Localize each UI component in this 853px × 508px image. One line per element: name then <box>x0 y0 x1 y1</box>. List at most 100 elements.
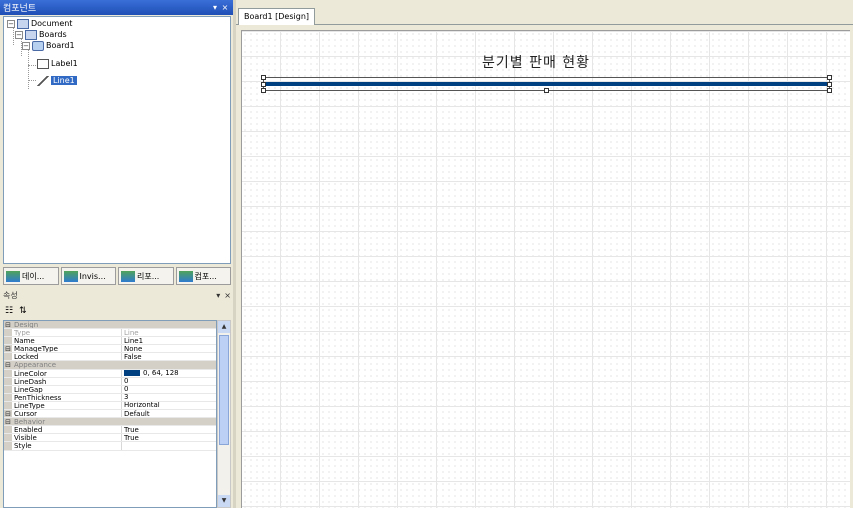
tab-label: 데이... <box>22 271 45 281</box>
line-stroke <box>266 82 827 86</box>
property-grid[interactable]: ⊟ Design Type Line Name Line1 ⊟ ManageType None L… <box>3 320 217 508</box>
property-name: Enabled <box>12 426 122 434</box>
resize-handle[interactable] <box>544 88 549 93</box>
tab-board1-design[interactable]: Board1 [Design] <box>238 8 316 25</box>
property-value-cell[interactable]: 0, 64, 128 <box>122 370 216 377</box>
property-name: LineGap <box>12 385 122 393</box>
invisible-icon <box>63 270 78 282</box>
property-row[interactable]: LineColor 0, 64, 128 <box>4 369 216 378</box>
property-name: Cursor <box>12 410 122 418</box>
pin-icon[interactable]: ▾ <box>216 291 220 300</box>
component-explorer-title: 컴포넌트 <box>3 4 37 14</box>
resize-handle[interactable] <box>827 88 832 93</box>
tree-node-label: Boards <box>39 30 67 39</box>
alphabetical-icon[interactable]: ⇅ <box>19 306 27 316</box>
tab-label: 리포... <box>137 271 160 281</box>
component-tree[interactable]: − Document − Boards − Board1 Label1 Line… <box>3 16 231 264</box>
property-value-cell[interactable]: True <box>122 434 216 441</box>
property-name: Behavior <box>14 418 46 426</box>
resize-handle[interactable] <box>261 82 266 87</box>
close-icon[interactable]: × <box>220 3 230 12</box>
scroll-thumb[interactable] <box>219 335 229 445</box>
property-row[interactable]: Locked False <box>4 353 216 362</box>
pin-icon[interactable]: ▾ <box>210 3 220 12</box>
property-value-cell[interactable]: 0 <box>122 386 216 393</box>
properties-header: 속성 ▾ × <box>3 289 231 301</box>
property-row[interactable]: ⊟ ManageType None <box>4 345 216 354</box>
tab-invisible[interactable]: Invis... <box>60 267 116 285</box>
expand-icon[interactable]: ⊟ <box>4 321 12 329</box>
color-swatch <box>124 370 140 377</box>
tree-node-boards[interactable]: − Boards <box>15 29 67 40</box>
property-value: None <box>124 345 143 353</box>
property-value-cell[interactable]: False <box>122 353 216 360</box>
property-value: 0, 64, 128 <box>143 369 179 377</box>
property-value-cell[interactable]: None <box>122 345 216 352</box>
line-component-selected[interactable] <box>261 75 832 93</box>
tree-node-line1[interactable]: Line1 <box>37 75 77 86</box>
property-name: Type <box>12 329 122 337</box>
property-value-cell[interactable]: True <box>122 426 216 433</box>
scroll-down-icon[interactable]: ▼ <box>218 495 230 507</box>
property-row[interactable]: Style <box>4 442 216 451</box>
collapse-icon[interactable]: − <box>7 19 15 28</box>
property-row[interactable]: LineType Horizontal <box>4 401 216 411</box>
expand-icon[interactable]: ⊟ <box>4 410 12 418</box>
resize-handle[interactable] <box>827 82 832 87</box>
expand-icon[interactable]: ⊟ <box>4 361 12 369</box>
tree-node-label1[interactable]: Label1 <box>37 58 78 69</box>
property-row[interactable]: PenThickness 3 <box>4 393 216 402</box>
property-row[interactable]: LineGap 0 <box>4 385 216 394</box>
property-name: Appearance <box>14 361 57 369</box>
property-value: False <box>124 353 142 361</box>
tab-component[interactable]: 컴포... <box>175 267 231 285</box>
row-gutter <box>4 442 12 450</box>
expand-icon[interactable]: ⊟ <box>4 418 12 426</box>
design-canvas[interactable]: 분기별 판매 현황 <box>241 30 850 508</box>
tab-label: Invis... <box>79 271 106 281</box>
property-category[interactable]: ⊟ Appearance <box>4 361 216 370</box>
property-name: Name <box>12 337 122 345</box>
resize-handle[interactable] <box>827 75 832 80</box>
report-title-label[interactable]: 분기별 판매 현황 <box>482 52 590 72</box>
property-value-cell[interactable]: Horizontal <box>122 402 216 409</box>
row-gutter <box>4 401 12 410</box>
property-value-cell[interactable]: Line <box>122 329 216 336</box>
resize-handle[interactable] <box>261 88 266 93</box>
row-gutter <box>4 385 12 393</box>
resize-handle[interactable] <box>261 75 266 80</box>
property-name: ManageType <box>12 345 122 353</box>
expand-icon[interactable]: ⊟ <box>4 345 12 353</box>
collapse-icon[interactable]: − <box>15 30 23 39</box>
property-value-cell[interactable]: 3 <box>122 394 216 401</box>
property-row[interactable]: Name Line1 <box>4 337 216 346</box>
property-name: LineType <box>12 401 122 410</box>
categorized-icon[interactable]: ☷ <box>5 306 13 316</box>
tab-data[interactable]: 데이... <box>3 267 59 285</box>
property-row[interactable]: Enabled True <box>4 426 216 435</box>
tab-report[interactable]: 리포... <box>118 267 174 285</box>
property-row[interactable]: LineDash 0 <box>4 377 216 386</box>
tree-node-board1[interactable]: − Board1 <box>22 40 75 51</box>
property-value-cell[interactable]: Default <box>122 410 216 417</box>
property-row[interactable]: ⊟ Cursor Default <box>4 410 216 419</box>
scroll-up-icon[interactable]: ▲ <box>218 321 230 333</box>
left-dock: 컴포넌트 ▾ × − Document − Boards − Board1 La… <box>0 0 233 508</box>
property-value-cell[interactable] <box>122 442 216 449</box>
close-icon[interactable]: × <box>224 291 231 300</box>
property-row[interactable]: Type Line <box>4 329 216 338</box>
property-value-cell[interactable]: Line1 <box>122 337 216 344</box>
property-value-cell[interactable]: 0 <box>122 378 216 385</box>
property-name: Visible <box>12 434 122 442</box>
property-row[interactable]: Visible True <box>4 434 216 443</box>
tab-label: 컴포... <box>194 271 217 281</box>
property-name: Style <box>12 442 122 450</box>
row-gutter <box>4 426 12 434</box>
property-category[interactable]: ⊟ Behavior <box>4 418 216 427</box>
property-category[interactable]: ⊟ Design <box>4 321 216 330</box>
tree-node-document[interactable]: − Document <box>7 18 72 29</box>
property-value: True <box>124 434 139 442</box>
collapse-icon[interactable]: − <box>22 41 30 50</box>
property-grid-scrollbar[interactable]: ▲ ▼ <box>217 320 231 508</box>
report-icon <box>121 270 135 282</box>
